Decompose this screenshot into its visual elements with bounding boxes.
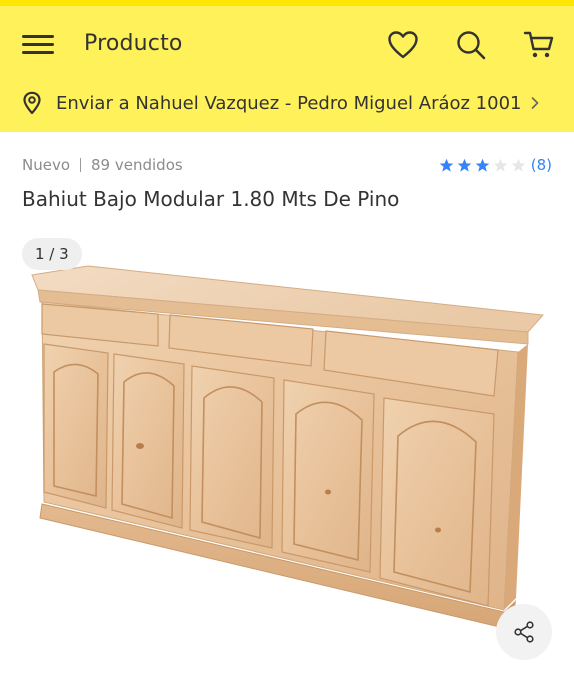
review-count: (8) — [530, 156, 552, 174]
page-title: Producto — [84, 31, 183, 56]
rating-summary[interactable]: (8) — [439, 156, 552, 174]
menu-icon — [22, 35, 54, 38]
image-counter: 1 / 3 — [22, 238, 82, 270]
star-empty-icon — [511, 158, 526, 172]
status-strip — [0, 0, 574, 6]
shipping-address-bar[interactable]: Enviar a Nahuel Vazquez - Pedro Miguel A… — [22, 88, 552, 118]
product-meta: Nuevo 89 vendidos (8) — [22, 154, 552, 176]
location-pin-icon — [22, 91, 42, 115]
cart-icon — [523, 31, 554, 58]
search-button[interactable] — [454, 28, 488, 62]
star-filled-icon — [475, 158, 490, 172]
rating-stars — [439, 158, 529, 173]
top-navigation-bar: Producto Enviar a Nahuel Vazquez - Pedro… — [0, 0, 574, 132]
product-title: Bahiut Bajo Modular 1.80 Mts De Pino — [22, 187, 400, 211]
shipping-address-text: Enviar a Nahuel Vazquez - Pedro Miguel A… — [56, 92, 522, 114]
star-filled-icon — [457, 158, 472, 172]
share-icon — [514, 621, 534, 643]
chevron-right-icon — [530, 96, 540, 110]
product-gallery[interactable]: 1 / 3 — [0, 230, 574, 680]
star-filled-icon — [439, 158, 454, 172]
wooden-sideboard-image — [31, 265, 545, 629]
share-button[interactable] — [496, 604, 552, 660]
heart-icon — [388, 31, 418, 59]
star-empty-icon — [493, 158, 508, 172]
menu-button[interactable] — [22, 33, 56, 57]
favorites-button[interactable] — [386, 28, 420, 62]
meta-divider — [80, 158, 82, 172]
cart-button[interactable] — [522, 28, 556, 62]
condition-label: Nuevo — [22, 156, 71, 174]
sold-count: 89 vendidos — [91, 156, 183, 174]
search-icon — [457, 31, 486, 60]
